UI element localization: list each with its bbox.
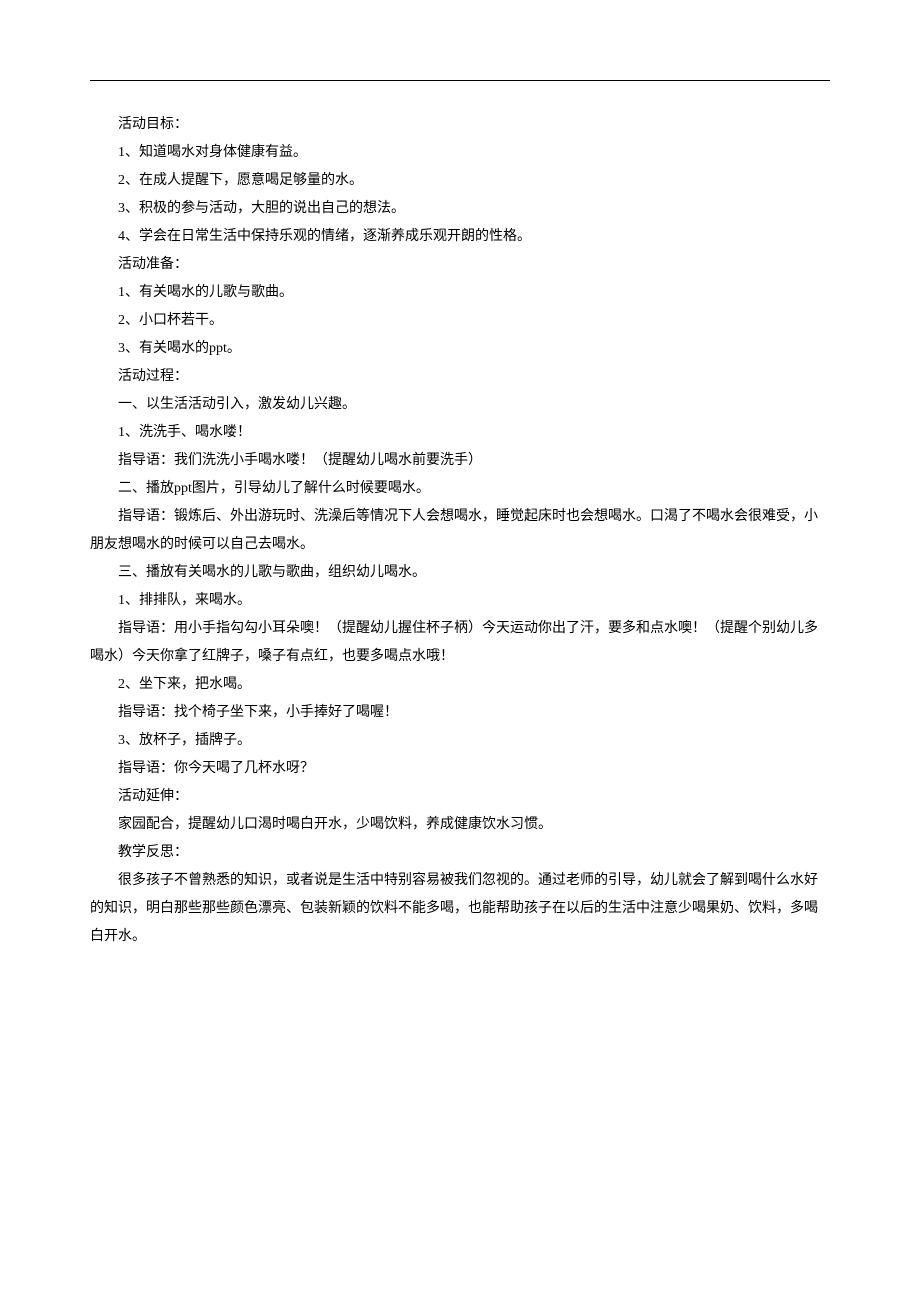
paragraph: 3、积极的参与活动，大胆的说出自己的想法。 bbox=[90, 195, 830, 223]
paragraph: 1、知道喝水对身体健康有益。 bbox=[90, 139, 830, 167]
paragraph: 1、有关喝水的儿歌与歌曲。 bbox=[90, 279, 830, 307]
paragraph: 很多孩子不曾熟悉的知识，或者说是生活中特别容易被我们忽视的。通过老师的引导，幼儿… bbox=[90, 867, 830, 951]
paragraph: 指导语：锻炼后、外出游玩时、洗澡后等情况下人会想喝水，睡觉起床时也会想喝水。口渴… bbox=[90, 503, 830, 559]
paragraph: 活动准备： bbox=[90, 251, 830, 279]
paragraph: 4、学会在日常生活中保持乐观的情绪，逐渐养成乐观开朗的性格。 bbox=[90, 223, 830, 251]
paragraph: 2、坐下来，把水喝。 bbox=[90, 671, 830, 699]
paragraph: 指导语：找个椅子坐下来，小手捧好了喝喔！ bbox=[90, 699, 830, 727]
paragraph: 指导语：用小手指勾勾小耳朵噢！（提醒幼儿握住杯子柄）今天运动你出了汗，要多和点水… bbox=[90, 615, 830, 671]
paragraph: 2、在成人提醒下，愿意喝足够量的水。 bbox=[90, 167, 830, 195]
paragraph: 2、小口杯若干。 bbox=[90, 307, 830, 335]
paragraph: 三、播放有关喝水的儿歌与歌曲，组织幼儿喝水。 bbox=[90, 559, 830, 587]
document-content: 活动目标： 1、知道喝水对身体健康有益。 2、在成人提醒下，愿意喝足够量的水。 … bbox=[90, 111, 830, 951]
paragraph: 3、有关喝水的ppt。 bbox=[90, 335, 830, 363]
horizontal-rule bbox=[90, 80, 830, 81]
paragraph: 1、洗洗手、喝水喽！ bbox=[90, 419, 830, 447]
paragraph: 活动过程： bbox=[90, 363, 830, 391]
paragraph: 二、播放ppt图片，引导幼儿了解什么时候要喝水。 bbox=[90, 475, 830, 503]
paragraph: 一、以生活活动引入，激发幼儿兴趣。 bbox=[90, 391, 830, 419]
paragraph: 指导语：我们洗洗小手喝水喽！（提醒幼儿喝水前要洗手） bbox=[90, 447, 830, 475]
paragraph: 家园配合，提醒幼儿口渴时喝白开水，少喝饮料，养成健康饮水习惯。 bbox=[90, 811, 830, 839]
paragraph: 3、放杯子，插牌子。 bbox=[90, 727, 830, 755]
paragraph: 教学反思： bbox=[90, 839, 830, 867]
paragraph: 活动延伸： bbox=[90, 783, 830, 811]
paragraph: 1、排排队，来喝水。 bbox=[90, 587, 830, 615]
paragraph: 活动目标： bbox=[90, 111, 830, 139]
paragraph: 指导语：你今天喝了几杯水呀？ bbox=[90, 755, 830, 783]
